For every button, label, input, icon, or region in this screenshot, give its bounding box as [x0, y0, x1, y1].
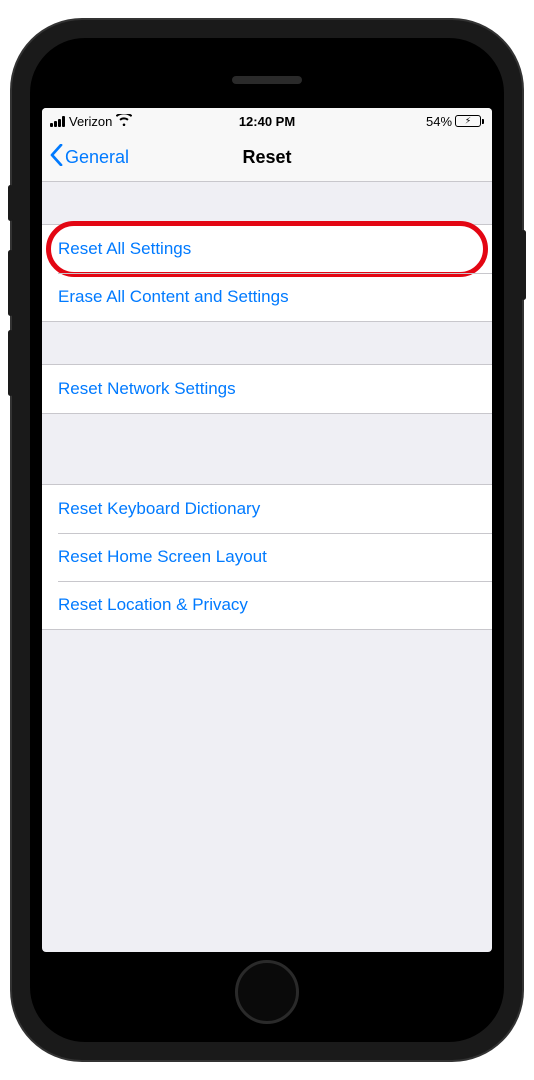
phone-bezel: Verizon 12:40 PM 54% ⚡︎ — [30, 38, 504, 1042]
power-button — [521, 230, 526, 300]
back-button[interactable]: General — [50, 144, 129, 171]
group-spacer — [42, 322, 492, 364]
status-bar: Verizon 12:40 PM 54% ⚡︎ — [42, 108, 492, 134]
home-button[interactable] — [235, 960, 299, 1024]
speaker-grille — [232, 76, 302, 84]
wifi-icon — [116, 114, 132, 129]
list-item-label: Reset Network Settings — [58, 379, 236, 398]
cellular-signal-icon — [50, 116, 65, 127]
erase-all-content-item[interactable]: Erase All Content and Settings — [42, 273, 492, 321]
list-item-label: Reset Home Screen Layout — [58, 547, 267, 566]
list-item-label: Erase All Content and Settings — [58, 287, 289, 306]
status-left: Verizon — [50, 114, 195, 129]
volume-down-button — [8, 330, 13, 396]
carrier-label: Verizon — [69, 114, 112, 129]
settings-content[interactable]: Reset All Settings Erase All Content and… — [42, 182, 492, 952]
phone-frame: Verizon 12:40 PM 54% ⚡︎ — [12, 20, 522, 1060]
status-right: 54% ⚡︎ — [339, 114, 484, 129]
chevron-left-icon — [50, 144, 63, 171]
group-spacer — [42, 414, 492, 484]
reset-network-settings-item[interactable]: Reset Network Settings — [42, 365, 492, 413]
reset-home-screen-layout-item[interactable]: Reset Home Screen Layout — [42, 533, 492, 581]
reset-location-privacy-item[interactable]: Reset Location & Privacy — [42, 581, 492, 629]
reset-keyboard-dictionary-item[interactable]: Reset Keyboard Dictionary — [42, 485, 492, 533]
list-group: Reset Keyboard Dictionary Reset Home Scr… — [42, 484, 492, 630]
navigation-bar: General Reset — [42, 134, 492, 182]
list-item-label: Reset All Settings — [58, 239, 191, 258]
volume-up-button — [8, 250, 13, 316]
battery-icon: ⚡︎ — [455, 115, 484, 127]
battery-percent-label: 54% — [426, 114, 452, 129]
mute-switch — [8, 185, 13, 221]
list-item-label: Reset Keyboard Dictionary — [58, 499, 260, 518]
list-item-label: Reset Location & Privacy — [58, 595, 248, 614]
back-label: General — [65, 147, 129, 168]
list-group: Reset All Settings Erase All Content and… — [42, 224, 492, 322]
group-spacer — [42, 182, 492, 224]
clock: 12:40 PM — [195, 114, 340, 129]
page-title: Reset — [242, 147, 291, 168]
reset-all-settings-item[interactable]: Reset All Settings — [42, 225, 492, 273]
screen: Verizon 12:40 PM 54% ⚡︎ — [42, 108, 492, 952]
list-group: Reset Network Settings — [42, 364, 492, 414]
